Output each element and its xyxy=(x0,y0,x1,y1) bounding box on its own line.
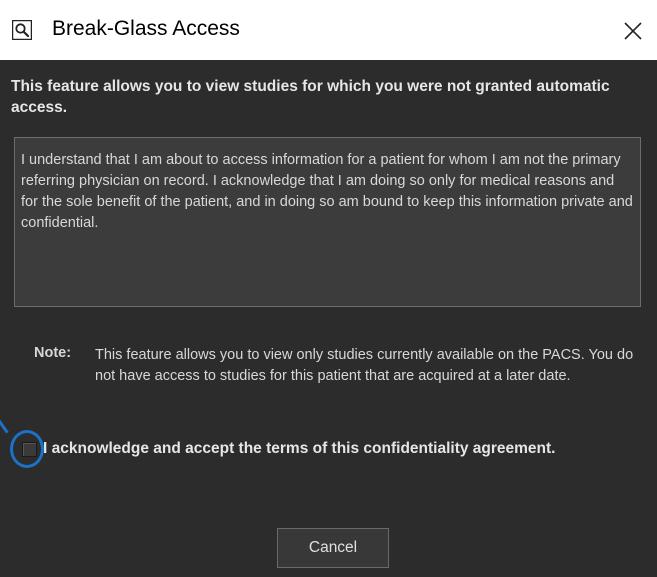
dialog-body: This feature allows you to view studies … xyxy=(0,60,657,577)
close-icon xyxy=(618,22,648,50)
break-glass-dialog: Break-Glass Access This feature allows y… xyxy=(0,0,657,577)
title-bar: Break-Glass Access xyxy=(0,0,657,60)
acknowledge-label[interactable]: I acknowledge and accept the terms of th… xyxy=(43,440,555,458)
acknowledge-row: I acknowledge and accept the terms of th… xyxy=(0,412,656,468)
intro-text: This feature allows you to view studies … xyxy=(11,78,610,116)
agreement-text: I understand that I am about to access i… xyxy=(21,152,633,231)
agreement-text-area[interactable]: I understand that I am about to access i… xyxy=(14,137,641,307)
cancel-button[interactable]: Cancel xyxy=(277,528,389,568)
close-button[interactable] xyxy=(618,14,648,46)
note-text: This feature allows you to view only stu… xyxy=(95,347,634,384)
note-label: Note: xyxy=(34,345,72,361)
highlight-annotation-tail xyxy=(0,412,16,434)
acknowledge-checkbox[interactable] xyxy=(22,442,37,457)
window-title: Break-Glass Access xyxy=(52,17,240,40)
magnifier-document-icon xyxy=(11,19,33,41)
